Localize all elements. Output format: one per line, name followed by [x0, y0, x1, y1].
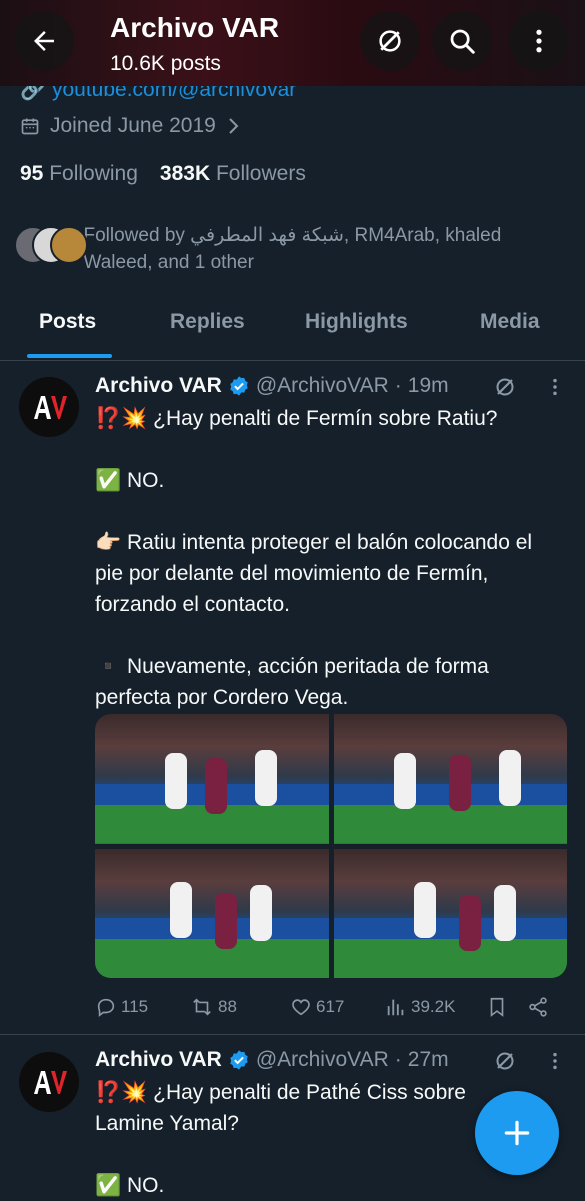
archivo-var-logo-icon	[34, 396, 67, 419]
media-image[interactable]	[333, 714, 567, 844]
post-media-grid[interactable]	[95, 714, 567, 978]
media-image[interactable]	[95, 848, 329, 978]
archivo-var-logo-icon	[34, 1071, 67, 1094]
reply-icon	[97, 998, 115, 1017]
joined-date: Joined June 2019	[20, 114, 242, 138]
follow-counts: 95 Following 383K Followers	[20, 162, 306, 186]
chevron-right-icon[interactable]	[226, 116, 242, 136]
plus-icon	[504, 1120, 530, 1146]
author-name[interactable]: Archivo VAR	[95, 374, 222, 398]
profile-header: Archivo VAR 10.6K posts	[0, 0, 585, 86]
verified-badge-icon	[230, 376, 248, 396]
post-time[interactable]: 27m	[408, 1048, 449, 1072]
tab-replies[interactable]: Replies	[170, 310, 245, 334]
more-options-button[interactable]	[509, 11, 569, 71]
post-count: 10.6K posts	[110, 52, 221, 75]
search-icon	[450, 29, 475, 54]
page-title: Archivo VAR	[110, 12, 280, 43]
repost-icon	[193, 998, 211, 1016]
compose-post-button[interactable]	[475, 1091, 559, 1175]
media-image[interactable]	[333, 848, 567, 978]
heart-icon	[292, 999, 310, 1016]
post-header: Archivo VAR @ArchivoVAR · 19m	[95, 374, 449, 398]
avatar[interactable]	[19, 377, 79, 437]
bookmark-icon	[490, 997, 504, 1017]
more-vertical-icon[interactable]	[544, 376, 566, 398]
views-button[interactable]: 39.2K	[385, 996, 487, 1018]
post-time[interactable]: 19m	[408, 374, 449, 398]
grok-icon[interactable]	[493, 375, 517, 399]
post-text: ⁉️💥 ¿Hay penalti de Fermín sobre Ratiu? …	[95, 407, 533, 709]
more-vertical-icon[interactable]	[544, 1050, 566, 1072]
followers-link[interactable]: 383K Followers	[160, 162, 306, 186]
avatar[interactable]	[19, 1052, 79, 1112]
following-link[interactable]: 95 Following	[20, 162, 138, 186]
more-vertical-icon	[536, 29, 542, 53]
bar-chart-icon	[387, 999, 404, 1016]
calendar-icon	[21, 118, 39, 135]
tab-highlights[interactable]: Highlights	[305, 310, 408, 334]
avatar	[50, 226, 88, 264]
repost-button[interactable]: 88	[190, 996, 290, 1018]
grok-button[interactable]	[360, 11, 420, 71]
author-handle[interactable]: @ArchivoVAR	[256, 1048, 389, 1072]
verified-badge-icon	[230, 1050, 248, 1070]
grok-icon	[379, 30, 401, 52]
author-name[interactable]: Archivo VAR	[95, 1048, 222, 1072]
search-button[interactable]	[432, 11, 492, 71]
share-button[interactable]	[527, 996, 549, 1018]
bookmark-button[interactable]	[487, 996, 527, 1018]
profile-tabs: Posts Replies Highlights Media	[0, 296, 585, 361]
followed-by[interactable]: Followed by شبكة فهد المطرفي, RM4Arab, k…	[14, 222, 574, 276]
post-header: Archivo VAR @ArchivoVAR · 27m	[95, 1048, 449, 1072]
back-button[interactable]	[14, 11, 74, 71]
followed-by-text: Followed by شبكة فهد المطرفي, RM4Arab, k…	[83, 225, 502, 273]
grok-icon[interactable]	[493, 1049, 517, 1073]
media-image[interactable]	[95, 714, 329, 844]
post-actions: 115 88 617 39.2K	[95, 996, 565, 1018]
post-text: ⁉️💥 ¿Hay penalti de Pathé Ciss sobre Lam…	[95, 1081, 466, 1197]
reply-button[interactable]: 115	[95, 996, 190, 1018]
like-button[interactable]: 617	[290, 996, 385, 1018]
author-handle[interactable]: @ArchivoVAR	[256, 374, 389, 398]
share-icon	[529, 997, 547, 1017]
arrow-left-icon	[34, 31, 54, 51]
tab-posts[interactable]: Posts	[39, 310, 96, 334]
followers-avatars	[14, 222, 88, 264]
tab-media[interactable]: Media	[480, 310, 540, 334]
post-divider	[0, 1034, 585, 1035]
active-tab-indicator	[27, 354, 112, 358]
